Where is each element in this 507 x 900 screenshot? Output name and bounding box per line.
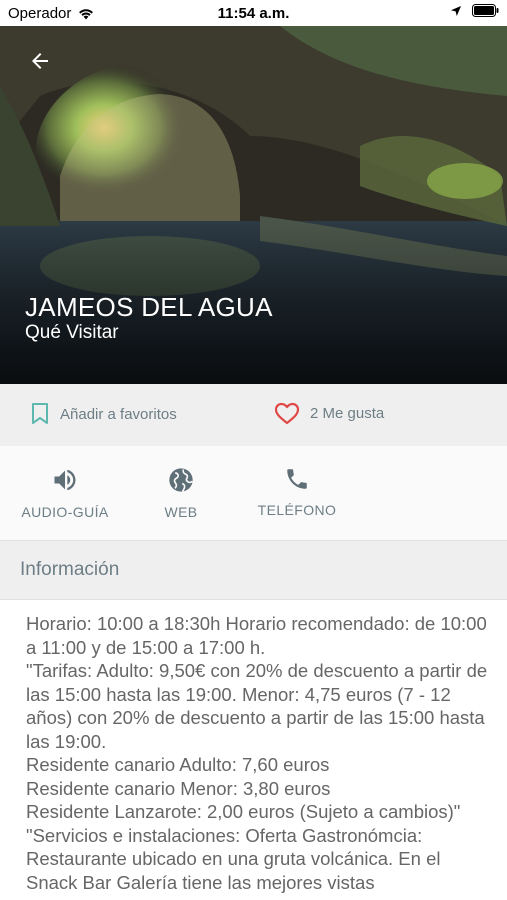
web-label: WEB	[164, 504, 198, 520]
phone-icon	[287, 469, 307, 489]
bookmark-icon	[32, 403, 48, 424]
phone-button[interactable]: TELÉFONO	[252, 466, 342, 518]
info-paragraph: Residente Lanzarote: 2,00 euros (Sujeto …	[26, 801, 461, 822]
back-button[interactable]	[22, 43, 58, 79]
arrow-left-icon	[32, 53, 48, 69]
web-button[interactable]: WEB	[151, 466, 211, 520]
audio-guide-label: AUDIO-GUÍA	[21, 504, 109, 520]
hero-image: JAMEOS DEL AGUA Qué Visitar	[0, 26, 507, 384]
status-time: 11:54 a.m.	[217, 5, 290, 22]
info-paragraph: Residente canario Adulto: 7,60 euros	[26, 754, 330, 775]
add-favorites-label: Añadir a favoritos	[60, 405, 177, 423]
place-title: JAMEOS DEL AGUA	[25, 292, 273, 322]
add-favorites-button[interactable]: Añadir a favoritos	[30, 402, 177, 426]
section-header: Información	[0, 540, 507, 600]
globe-icon	[169, 468, 194, 492]
audio-guide-button[interactable]: AUDIO-GUÍA	[20, 466, 110, 520]
info-paragraph: "Servicios e instalaciones: Oferta Gastr…	[26, 824, 441, 893]
like-button[interactable]: 2 Me gusta	[274, 402, 384, 425]
info-paragraph: Horario: 10:00 a 18:30h Horario recomend…	[26, 613, 487, 658]
links-row: AUDIO-GUÍA WEB TELÉFONO	[0, 446, 507, 540]
section-title: Información	[20, 559, 120, 580]
status-right	[450, 4, 499, 17]
phone-label: TELÉFONO	[257, 502, 337, 518]
info-text: Horario: 10:00 a 18:30h Horario recomend…	[26, 612, 496, 894]
info-paragraph: "Tarifas: Adulto: 9,50€ con 20% de descu…	[26, 660, 488, 752]
actions-bar: Añadir a favoritos 2 Me gusta	[0, 384, 507, 446]
info-paragraph: Residente canario Menor: 3,80 euros	[26, 777, 331, 799]
likes-count-label: 2 Me gusta	[310, 405, 385, 422]
battery-icon	[472, 4, 499, 17]
location-arrow-icon	[451, 5, 461, 16]
heart-icon	[274, 402, 300, 425]
place-category: Qué Visitar	[25, 322, 119, 343]
status-bar: Operador 11:54 a.m.	[0, 0, 507, 26]
speaker-icon	[54, 469, 76, 491]
